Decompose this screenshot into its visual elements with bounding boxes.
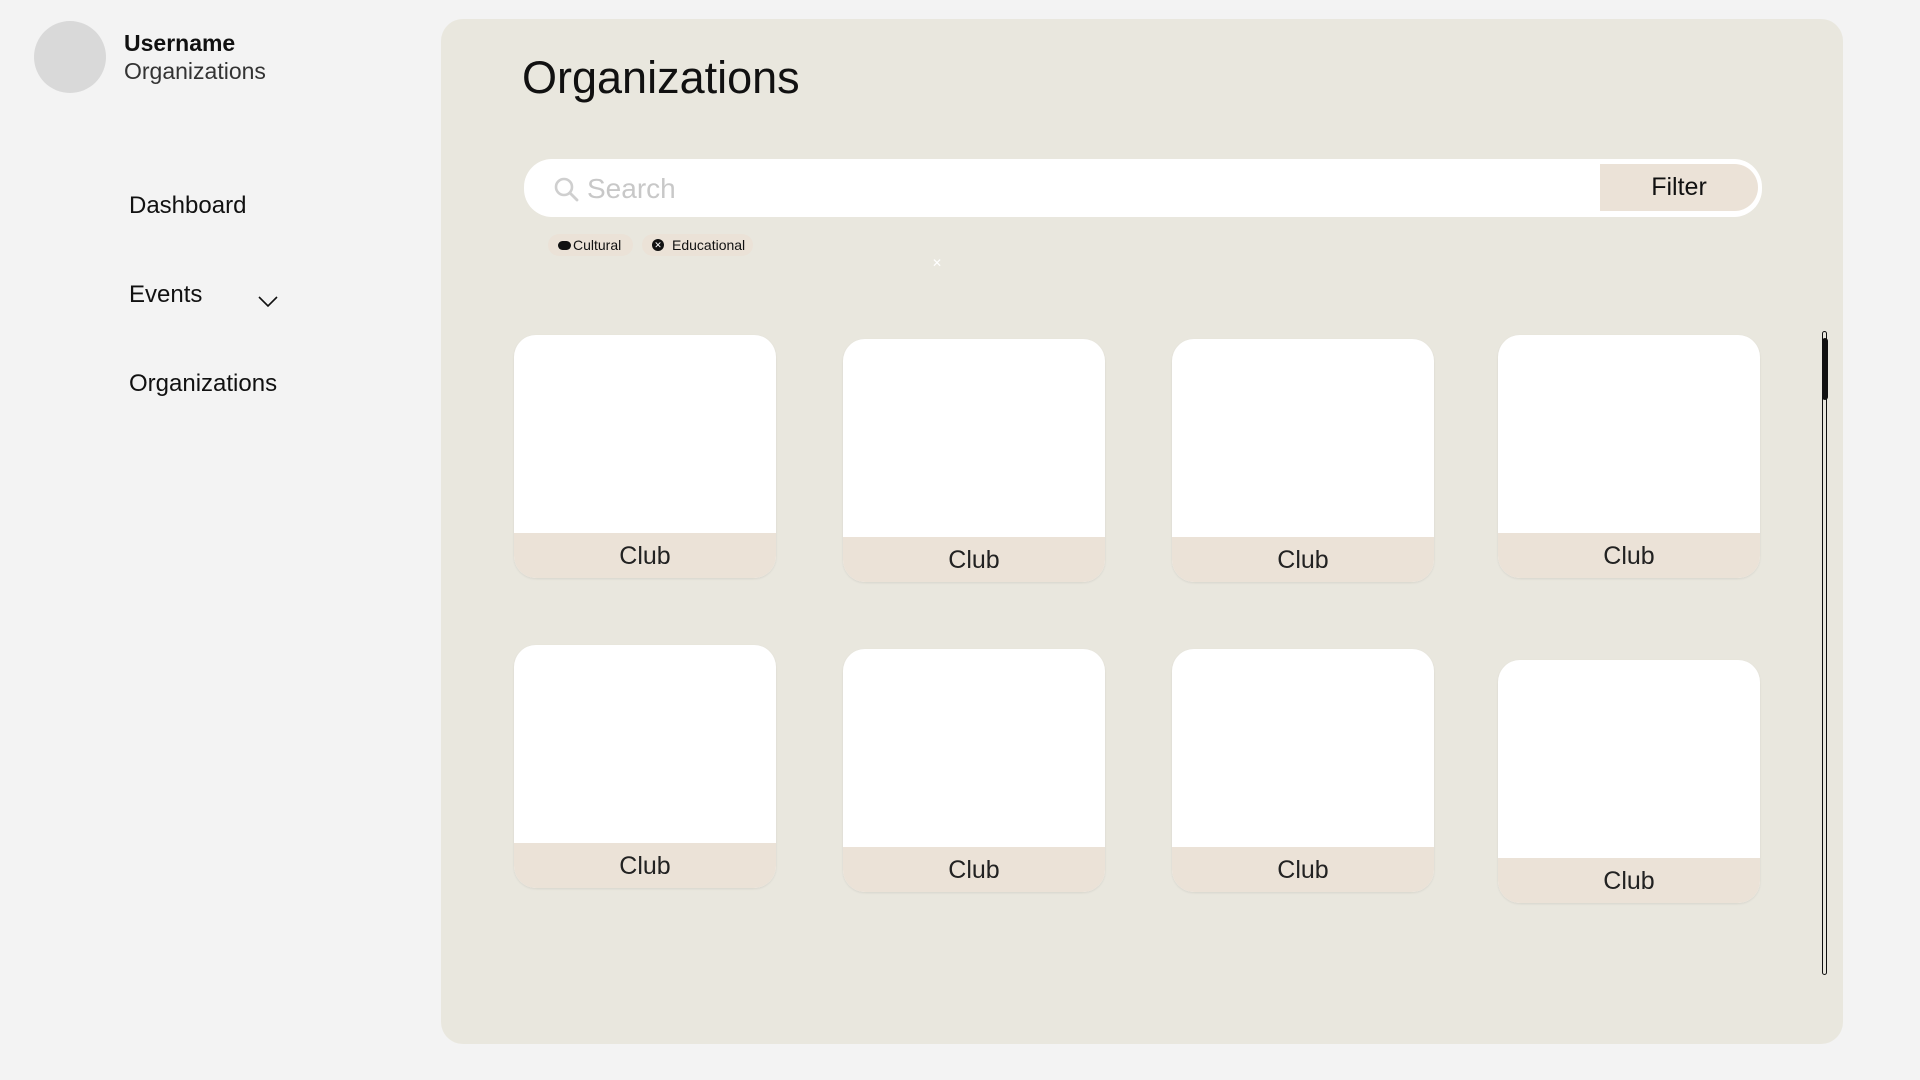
card-label: Club (843, 537, 1105, 582)
org-card[interactable]: Club (843, 339, 1105, 582)
page-title: Organizations (522, 52, 800, 103)
org-card[interactable]: Club (843, 649, 1105, 892)
chip-label: Educational (672, 237, 746, 253)
username: Username (124, 30, 236, 56)
close-icon[interactable]: ✕ (652, 239, 664, 251)
search-icon (554, 177, 579, 202)
filter-chip-educational[interactable]: ✕ Educational (642, 234, 753, 256)
card-label: Club (1498, 533, 1760, 578)
user-subtitle: Organizations (124, 58, 266, 84)
org-card[interactable]: Club (514, 335, 776, 578)
avatar[interactable] (34, 21, 106, 93)
card-label: Club (514, 843, 776, 888)
close-icon: ✕ (932, 256, 943, 270)
scrollbar-track[interactable] (1822, 331, 1827, 975)
org-card[interactable]: Club (1172, 339, 1434, 582)
search-input[interactable] (585, 165, 1589, 213)
card-label: Club (1172, 537, 1434, 582)
org-card[interactable]: Club (1172, 649, 1434, 892)
card-label: Club (1172, 847, 1434, 892)
filter-chip-cultural[interactable]: Cultural (548, 234, 633, 256)
card-label: Club (514, 533, 776, 578)
chip-label: Cultural (573, 237, 622, 253)
dot-icon (558, 240, 571, 250)
filter-button[interactable]: Filter (1600, 164, 1758, 211)
nav-item-events[interactable]: Events (129, 281, 202, 309)
org-card[interactable]: Club (1498, 660, 1760, 903)
card-label: Club (843, 847, 1105, 892)
nav-item-organizations[interactable]: Organizations (129, 370, 277, 398)
nav-item-dashboard[interactable]: Dashboard (129, 192, 246, 220)
org-card[interactable]: Club (1498, 335, 1760, 578)
scrollbar-thumb[interactable] (1822, 338, 1828, 400)
chevron-down-icon[interactable] (258, 296, 278, 308)
org-card[interactable]: Club (514, 645, 776, 888)
card-label: Club (1498, 858, 1760, 903)
